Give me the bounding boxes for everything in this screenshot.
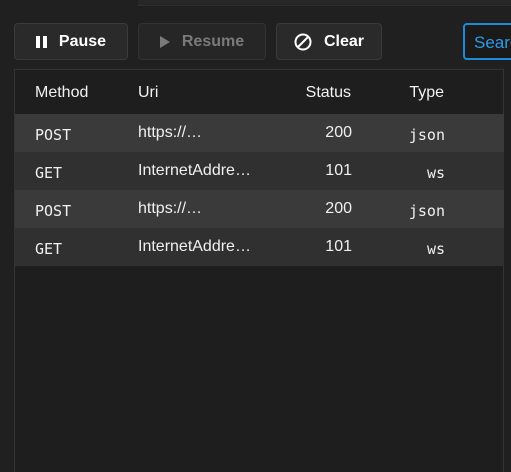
cell-type: ws: [426, 164, 445, 182]
table-row[interactable]: POST https://… 200 json: [15, 190, 504, 228]
requests-table: Method Uri Status Type POST https://… 20…: [14, 69, 504, 472]
cell-type: json: [408, 126, 445, 144]
cell-method: POST: [35, 126, 72, 144]
cell-method: GET: [35, 240, 63, 258]
cell-uri: https://…: [138, 200, 203, 217]
table-header: Method Uri Status Type: [15, 70, 503, 114]
cell-uri: InternetAddre…: [138, 238, 251, 255]
cell-status: 200: [325, 200, 352, 217]
column-header-method[interactable]: Method: [35, 84, 88, 102]
clear-button[interactable]: Clear: [276, 23, 382, 60]
table-row[interactable]: GET InternetAddre… 101 ws: [15, 152, 504, 190]
pause-button[interactable]: Pause: [14, 23, 128, 60]
pause-label: Pause: [58, 32, 107, 50]
clear-label: Clear: [323, 32, 365, 50]
play-icon: [159, 35, 170, 48]
cell-method: POST: [35, 202, 72, 220]
cell-type: ws: [426, 240, 445, 258]
table-row[interactable]: POST https://… 200 json: [15, 114, 504, 152]
cell-status: 101: [325, 162, 352, 179]
cell-uri: https://…: [138, 124, 203, 141]
cell-status: 200: [325, 124, 352, 141]
cell-type: json: [408, 202, 445, 220]
pause-icon: [35, 35, 47, 48]
table-row[interactable]: GET InternetAddre… 101 ws: [15, 228, 504, 266]
cell-uri: InternetAddre…: [138, 162, 251, 179]
cell-method: GET: [35, 164, 63, 182]
column-header-uri[interactable]: Uri: [138, 84, 158, 102]
column-header-status[interactable]: Status: [306, 84, 351, 102]
column-header-type[interactable]: Type: [409, 84, 444, 102]
search-input[interactable]: Search: [463, 23, 511, 60]
resume-label: Resume: [181, 32, 245, 50]
cell-status: 101: [325, 238, 352, 255]
network-inspector: Pause Resume Clear Search Method Uri Sta…: [0, 0, 511, 472]
resume-button[interactable]: Resume: [138, 23, 266, 60]
block-icon: [294, 33, 312, 51]
top-panel-edge: [138, 0, 511, 6]
